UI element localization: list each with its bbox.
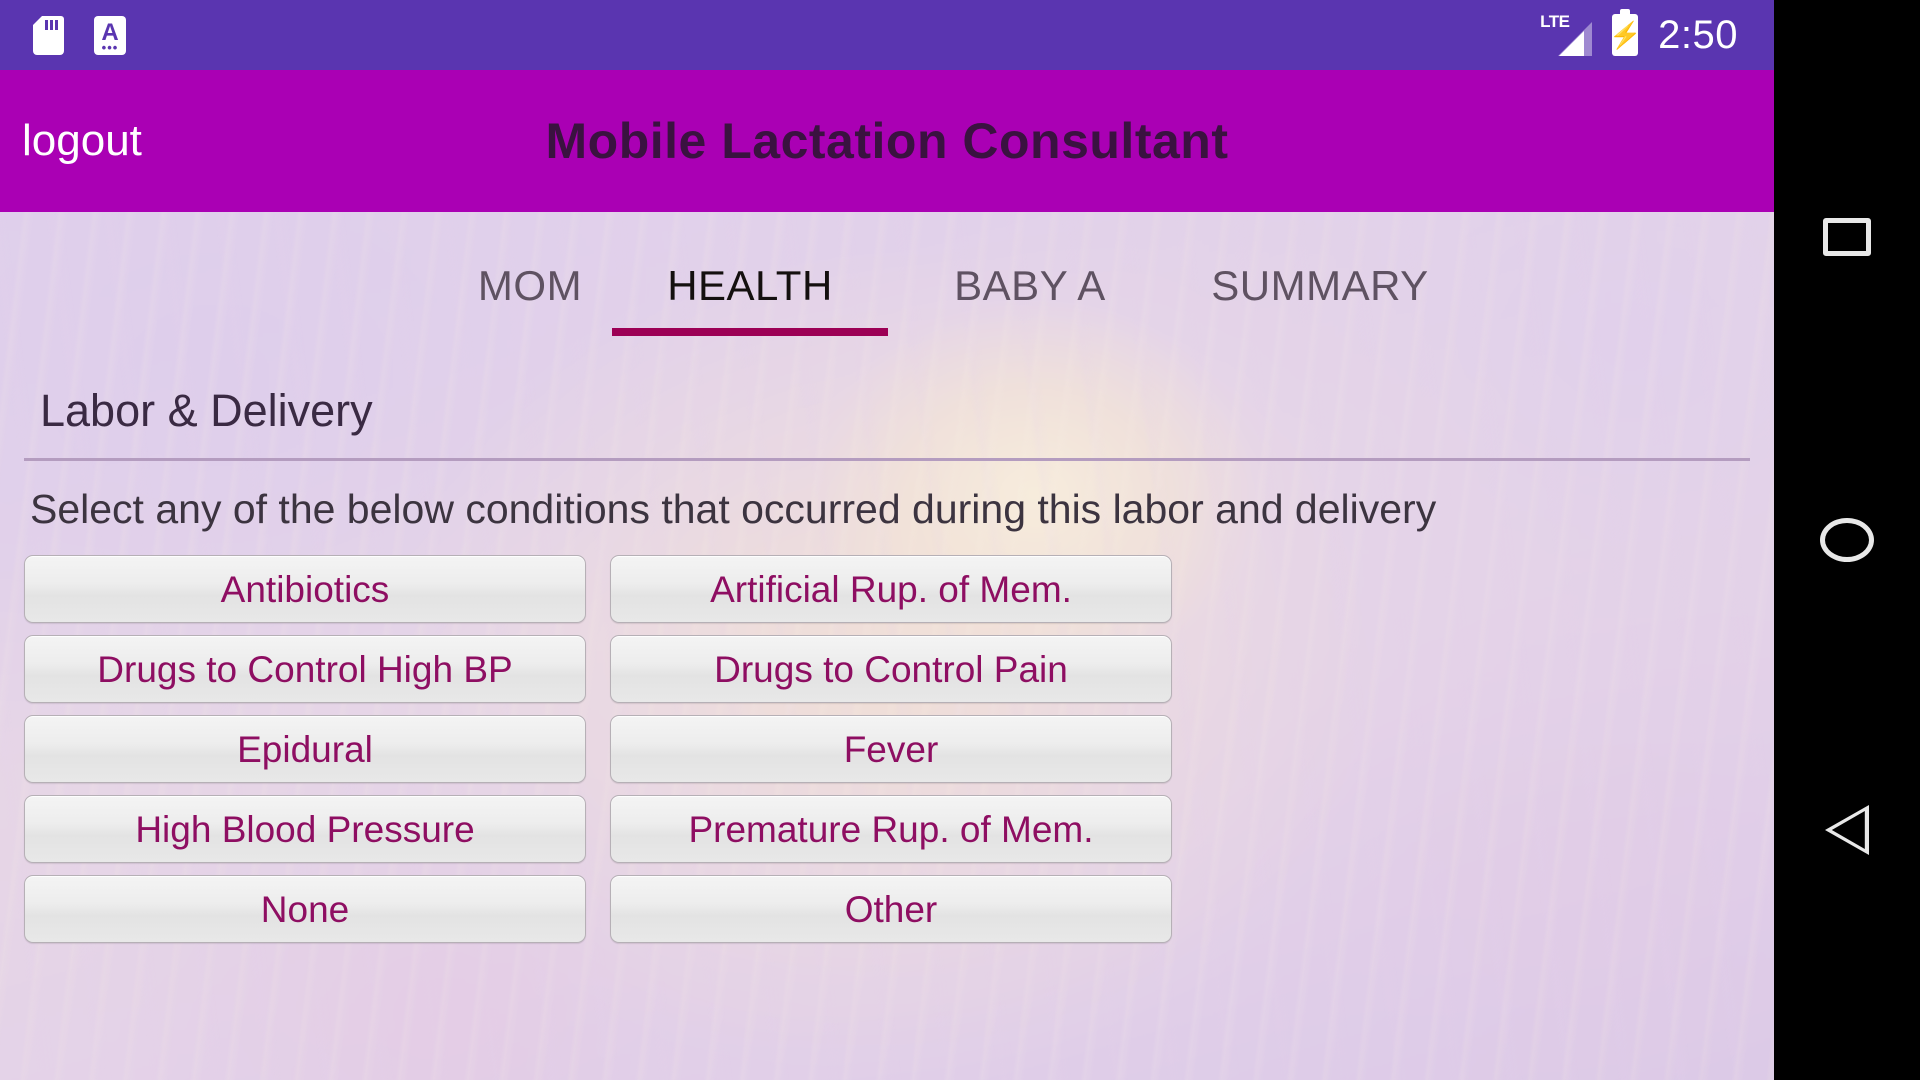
condition-button-antibiotics[interactable]: Antibiotics bbox=[24, 555, 586, 623]
screen-root: A ••• LTE ⚡ 2:50 logout Mobile Lactation … bbox=[0, 0, 1920, 1080]
recents-square-icon[interactable] bbox=[1823, 218, 1871, 256]
tab-baby-a[interactable]: BABY A bbox=[890, 212, 1170, 360]
signal-bars-lit bbox=[1559, 31, 1585, 56]
instruction-text: Select any of the below conditions that … bbox=[30, 486, 1437, 532]
sd-card-icon bbox=[33, 15, 64, 55]
content-area: MOM HEALTH BABY A SUMMARY Labor & Delivery … bbox=[0, 212, 1774, 1080]
status-bar-clock: 2:50 bbox=[1658, 13, 1738, 57]
page-title: Mobile Lactation Consultant bbox=[545, 113, 1229, 169]
condition-button-grid: Antibiotics Artificial Rup. of Mem. Drugs … bbox=[24, 555, 1750, 943]
condition-button-none[interactable]: None bbox=[24, 875, 586, 943]
condition-button-premature-rup-of-mem[interactable]: Premature Rup. of Mem. bbox=[610, 795, 1172, 863]
document-a-icon-dots: ••• bbox=[101, 39, 119, 55]
document-a-icon: A ••• bbox=[94, 15, 126, 55]
tab-summary[interactable]: SUMMARY bbox=[1160, 212, 1480, 360]
condition-button-high-blood-pressure[interactable]: High Blood Pressure bbox=[24, 795, 586, 863]
battery-charging-icon: ⚡ bbox=[1608, 9, 1642, 56]
android-navigation-bar bbox=[1774, 0, 1920, 1080]
home-circle-icon[interactable] bbox=[1820, 518, 1874, 562]
content-inner: MOM HEALTH BABY A SUMMARY Labor & Delivery … bbox=[0, 212, 1774, 1080]
condition-button-epidural[interactable]: Epidural bbox=[24, 715, 586, 783]
condition-button-drugs-to-control-pain[interactable]: Drugs to Control Pain bbox=[610, 635, 1172, 703]
condition-button-drugs-to-control-high-bp[interactable]: Drugs to Control High BP bbox=[24, 635, 586, 703]
back-triangle-inner bbox=[1831, 811, 1865, 849]
status-bar-system-icons: LTE ⚡ 2:50 bbox=[1540, 9, 1774, 57]
tab-active-indicator bbox=[612, 328, 888, 336]
section-divider bbox=[24, 458, 1750, 461]
app-bar: logout Mobile Lactation Consultant bbox=[0, 70, 1774, 212]
condition-button-fever[interactable]: Fever bbox=[610, 715, 1172, 783]
charging-bolt-icon: ⚡ bbox=[1608, 20, 1642, 50]
tab-bar: MOM HEALTH BABY A SUMMARY bbox=[0, 212, 1774, 360]
condition-button-artificial-rup-of-mem[interactable]: Artificial Rup. of Mem. bbox=[610, 555, 1172, 623]
status-bar-notification-icons: A ••• bbox=[0, 15, 126, 55]
section-heading: Labor & Delivery bbox=[40, 385, 373, 436]
device-viewport: A ••• LTE ⚡ 2:50 logout Mobile Lactation … bbox=[0, 0, 1774, 1080]
status-bar: A ••• LTE ⚡ 2:50 bbox=[0, 0, 1774, 70]
condition-button-other[interactable]: Other bbox=[610, 875, 1172, 943]
tab-health[interactable]: HEALTH bbox=[610, 212, 890, 360]
lte-signal-icon: LTE bbox=[1540, 13, 1593, 56]
